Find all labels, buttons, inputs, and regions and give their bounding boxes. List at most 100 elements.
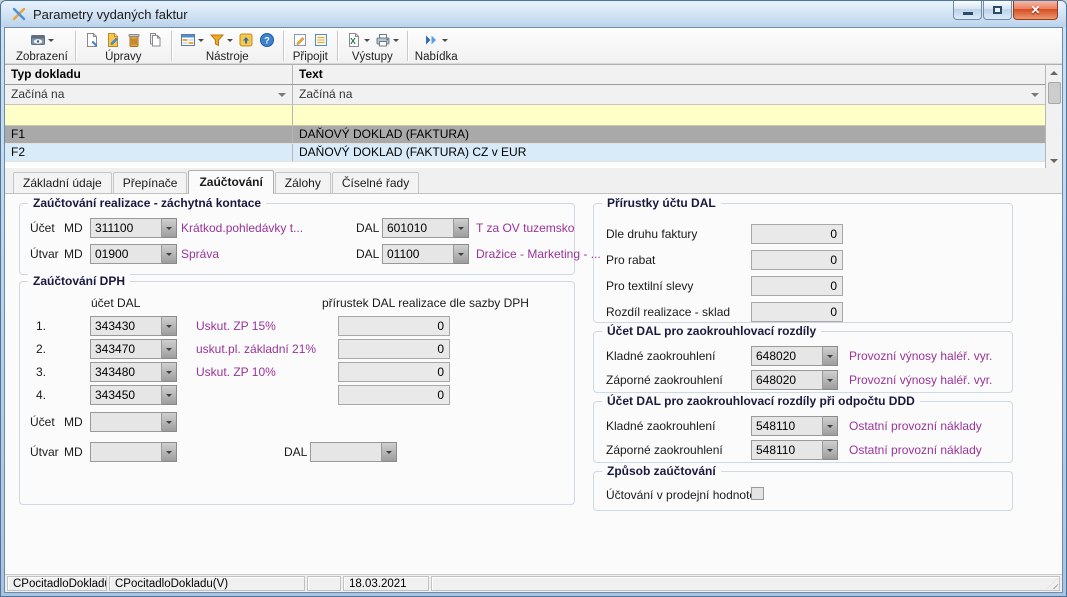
lookup-button-icon[interactable] <box>162 339 177 359</box>
tab-prepinace[interactable]: Přepínače <box>113 172 188 194</box>
kladne-label: Kladné zaokrouhlení <box>606 349 715 363</box>
help-icon[interactable]: ? <box>258 31 276 49</box>
menu-arrows-icon[interactable] <box>423 31 449 49</box>
field-value[interactable] <box>90 412 162 432</box>
field-value[interactable]: 343480 <box>90 362 162 382</box>
lookup-button-icon[interactable] <box>162 442 177 462</box>
maximize-button[interactable] <box>983 1 1012 20</box>
grid-vertical-scrollbar[interactable] <box>1045 65 1062 168</box>
scrollbar-thumb[interactable] <box>1048 82 1061 104</box>
lookup-button-icon[interactable] <box>823 370 838 390</box>
resize-grip[interactable] <box>1047 578 1058 589</box>
lookup-button-icon[interactable] <box>162 244 177 264</box>
new-doc-icon[interactable] <box>83 31 101 49</box>
kladne-field[interactable]: 648020 <box>751 346 838 366</box>
field-value[interactable]: 311100 <box>90 218 162 238</box>
copy-doc-icon[interactable] <box>146 31 164 49</box>
utvar-dal-field[interactable]: 01100 <box>382 244 469 264</box>
ucet-md-field[interactable]: 311100 <box>90 218 177 238</box>
lookup-button-icon[interactable] <box>823 346 838 366</box>
dph-account-field-1[interactable]: 343430 <box>90 316 177 336</box>
titlebar[interactable]: Parametry vydaných faktur ✕ <box>1 1 1066 27</box>
tab-zakladni-udaje[interactable]: Základní údaje <box>13 172 112 194</box>
dph-dal-field[interactable] <box>310 442 397 462</box>
field-value[interactable]: 343430 <box>90 316 162 336</box>
field-value[interactable]: 548110 <box>751 440 823 460</box>
dph-increment-field-1[interactable]: 0 <box>338 316 450 336</box>
lookup-button-icon[interactable] <box>162 385 177 405</box>
zaporne-desc: Provozní výnosy haléř. vyr. <box>849 373 992 387</box>
lookup-button-icon[interactable] <box>454 244 469 264</box>
field-value[interactable]: 601010 <box>382 218 454 238</box>
lookup-button-icon[interactable] <box>162 412 177 432</box>
field-value[interactable]: 343470 <box>90 339 162 359</box>
field-value[interactable]: 01900 <box>90 244 162 264</box>
edit-doc-icon[interactable] <box>104 31 122 49</box>
filter-input-text[interactable] <box>293 105 1045 125</box>
chevron-down-icon[interactable] <box>1031 93 1039 101</box>
attach-list-icon[interactable] <box>312 31 330 49</box>
groupbox-title: Účet DAL pro zaokrouhlovací rozdíly při … <box>602 394 920 408</box>
field-value[interactable]: 01100 <box>382 244 454 264</box>
groupbox-title: Přírustky účtu DAL <box>602 196 721 210</box>
dph-account-field-2[interactable]: 343470 <box>90 339 177 359</box>
kladne-ddd-field[interactable]: 548110 <box>751 416 838 436</box>
dph-account-field-4[interactable]: 343450 <box>90 385 177 405</box>
filter-input-typ[interactable] <box>5 105 293 125</box>
column-header-typ-dokladu[interactable]: Typ dokladu <box>5 65 293 84</box>
dph-utvar-md-field[interactable] <box>90 442 177 462</box>
tab-zalohy[interactable]: Zálohy <box>275 172 331 194</box>
minimize-button[interactable] <box>953 1 982 20</box>
field-value[interactable]: 548110 <box>751 416 823 436</box>
field-value[interactable] <box>90 442 162 462</box>
lookup-button-icon[interactable] <box>823 416 838 436</box>
lookup-button-icon[interactable] <box>382 442 397 462</box>
dph-increment-field-2[interactable]: 0 <box>338 339 450 359</box>
filter-icon[interactable] <box>208 31 234 49</box>
attach-edit-icon[interactable] <box>291 31 309 49</box>
settings-table-icon[interactable] <box>179 31 205 49</box>
lookup-button-icon[interactable] <box>162 218 177 238</box>
field-value[interactable]: 648020 <box>751 370 823 390</box>
excel-icon[interactable]: X <box>345 31 371 49</box>
field-value[interactable]: 343450 <box>90 385 162 405</box>
tab-ciselne-rady[interactable]: Číselné řady <box>332 172 419 194</box>
prirustky-field-1[interactable]: 0 <box>751 224 843 244</box>
filter-dropdown-typ[interactable]: Začíná na <box>5 85 293 104</box>
filter-dropdown-text[interactable]: Začíná na <box>293 85 1045 104</box>
toolbar: Zobrazení <box>5 28 1062 64</box>
chevron-down-icon[interactable] <box>278 93 286 101</box>
lookup-button-icon[interactable] <box>823 440 838 460</box>
zaporne-field[interactable]: 648020 <box>751 370 838 390</box>
prirustky-field-2[interactable]: 0 <box>751 250 843 270</box>
dph-account-field-3[interactable]: 343480 <box>90 362 177 382</box>
field-value[interactable] <box>310 442 382 462</box>
table-row[interactable]: F1 DAŇOVÝ DOKLAD (FAKTURA) <box>5 126 1045 144</box>
close-button[interactable]: ✕ <box>1013 1 1058 20</box>
lookup-button-icon[interactable] <box>162 316 177 336</box>
prodejni-hodnota-checkbox[interactable] <box>751 487 764 500</box>
zaporne-ddd-field[interactable]: 548110 <box>751 440 838 460</box>
caret-down-icon <box>227 39 233 45</box>
ucet-dal-field[interactable]: 601010 <box>382 218 469 238</box>
dph-increment-field-3[interactable]: 0 <box>338 362 450 382</box>
view-icon[interactable] <box>29 31 55 49</box>
zaporne-label: Záporné zaokrouhlení <box>606 443 723 457</box>
delete-icon[interactable] <box>125 31 143 49</box>
lookup-button-icon[interactable] <box>162 362 177 382</box>
table-row[interactable]: F2 DAŇOVÝ DOKLAD (FAKTURA) CZ v EUR <box>5 144 1045 162</box>
dph-ucet-md-field[interactable] <box>90 412 177 432</box>
prirustky-field-4[interactable]: 0 <box>751 302 843 322</box>
tab-zauctovani[interactable]: Zaúčtování <box>188 170 273 194</box>
prirustky-field-3[interactable]: 0 <box>751 276 843 296</box>
scroll-down-icon[interactable] <box>1047 153 1062 168</box>
column-header-text[interactable]: Text <box>293 65 1045 84</box>
scroll-up-icon[interactable] <box>1047 65 1062 80</box>
customize-icon[interactable] <box>237 31 255 49</box>
utvar-md-field[interactable]: 01900 <box>90 244 177 264</box>
lookup-button-icon[interactable] <box>454 218 469 238</box>
field-value[interactable]: 648020 <box>751 346 823 366</box>
caret-down-icon <box>393 39 399 45</box>
dph-increment-field-4[interactable]: 0 <box>338 385 450 405</box>
print-icon[interactable] <box>374 31 400 49</box>
